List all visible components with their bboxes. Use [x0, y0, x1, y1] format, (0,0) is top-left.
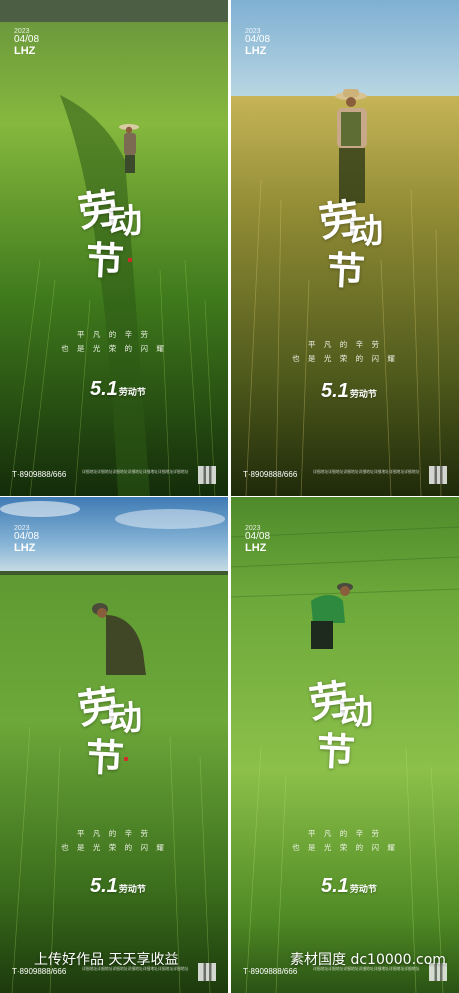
slogan-line-1: 平 凡 的 辛 劳: [307, 340, 383, 349]
code-label: LHZ: [245, 541, 267, 554]
red-accent-mark: [124, 757, 128, 761]
festival-title: 劳 动 节: [306, 669, 399, 779]
code-label: LHZ: [245, 44, 267, 57]
qr-code-icon: [198, 466, 216, 484]
farmer-figure: [311, 583, 353, 649]
code-label: LHZ: [14, 44, 36, 57]
slogan-line-1: 平 凡 的 辛 劳: [76, 330, 152, 339]
footer: T·8909888/666 详细地址详细地址详细地址详细地址详细地址详细地址详细…: [243, 466, 447, 486]
logo-number: 5.1: [90, 875, 118, 897]
slogan-line-2: 也 是 光 荣 的 闪 耀: [292, 843, 398, 852]
festival-title: 劳 动 节: [316, 188, 409, 298]
address-text: 详细地址详细地址详细地址详细地址详细地址详细地址详细地址: [82, 469, 189, 474]
date-block: 2023 04/08 LHZ: [245, 28, 270, 57]
farmer-figure: [92, 603, 146, 675]
logo-text: 劳动节: [118, 885, 146, 895]
logo-text: 劳动节: [118, 388, 146, 398]
logo-number: 5.1: [321, 380, 349, 402]
year-label: 2023: [14, 28, 30, 35]
title-char-3: 节: [84, 734, 126, 781]
poster-1: 2023 04/08 LHZ 劳 动 节 平 凡 的 辛 劳 也 是 光 荣 的…: [0, 0, 228, 496]
festival-title: 劳 动 节: [75, 178, 168, 288]
red-accent-mark: [128, 258, 132, 262]
phone-number: T·8909888/666: [12, 470, 67, 479]
phone-number: T·8909888/666: [243, 470, 298, 479]
qr-code-icon: [198, 963, 216, 981]
watermark-left: 上传好作品 天天享收益: [34, 952, 179, 968]
farmer-figure: [119, 124, 139, 173]
date-block: 2023 04/08 LHZ: [14, 525, 39, 554]
year-label: 2023: [14, 525, 30, 532]
slogan: 平 凡 的 辛 劳 也 是 光 荣 的 闪 耀: [0, 328, 228, 356]
year-label: 2023: [245, 28, 261, 35]
year-label: 2023: [245, 525, 261, 532]
poster-3: 2023 04/08 LHZ 劳 动 节 平 凡 的 辛 劳 也 是 光 荣 的…: [0, 497, 228, 993]
may-day-logo: 5.1劳动节: [90, 378, 146, 401]
logo-number: 5.1: [321, 875, 349, 897]
qr-code-icon: [429, 466, 447, 484]
slogan-line-2: 也 是 光 荣 的 闪 耀: [61, 843, 167, 852]
slogan-line-2: 也 是 光 荣 的 闪 耀: [292, 354, 398, 363]
slogan: 平 凡 的 辛 劳 也 是 光 荣 的 闪 耀: [231, 338, 459, 366]
may-day-logo: 5.1劳动节: [90, 875, 146, 898]
title-char-3: 节: [325, 247, 367, 294]
slogan: 平 凡 的 辛 劳 也 是 光 荣 的 闪 耀: [231, 827, 459, 855]
logo-text: 劳动节: [349, 885, 377, 895]
date-block: 2023 04/08 LHZ: [14, 28, 39, 57]
slogan: 平 凡 的 辛 劳 也 是 光 荣 的 闪 耀: [0, 827, 228, 855]
code-label: LHZ: [14, 541, 36, 554]
slogan-line-1: 平 凡 的 辛 劳: [307, 829, 383, 838]
festival-title: 劳 动 节: [75, 675, 168, 785]
watermark-right: 素材国度 dc10000.com: [290, 952, 446, 968]
poster-4: 2023 04/08 LHZ 劳 动 节 平 凡 的 辛 劳 也 是 光 荣 的…: [231, 497, 459, 993]
footer: T·8909888/666 详细地址详细地址详细地址详细地址详细地址详细地址详细…: [12, 466, 216, 486]
date-block: 2023 04/08 LHZ: [245, 525, 270, 554]
logo-number: 5.1: [90, 378, 118, 400]
slogan-line-1: 平 凡 的 辛 劳: [76, 829, 152, 838]
poster-2: 2023 04/08 LHZ 劳 动 节 平 凡 的 辛 劳 也 是 光 荣 的…: [231, 0, 459, 496]
address-text: 详细地址详细地址详细地址详细地址详细地址详细地址详细地址: [313, 469, 420, 474]
may-day-logo: 5.1劳动节: [321, 875, 377, 898]
slogan-line-2: 也 是 光 荣 的 闪 耀: [61, 344, 167, 353]
title-char-3: 节: [84, 237, 126, 284]
title-char-3: 节: [315, 728, 357, 775]
logo-text: 劳动节: [349, 390, 377, 400]
may-day-logo: 5.1劳动节: [321, 380, 377, 403]
